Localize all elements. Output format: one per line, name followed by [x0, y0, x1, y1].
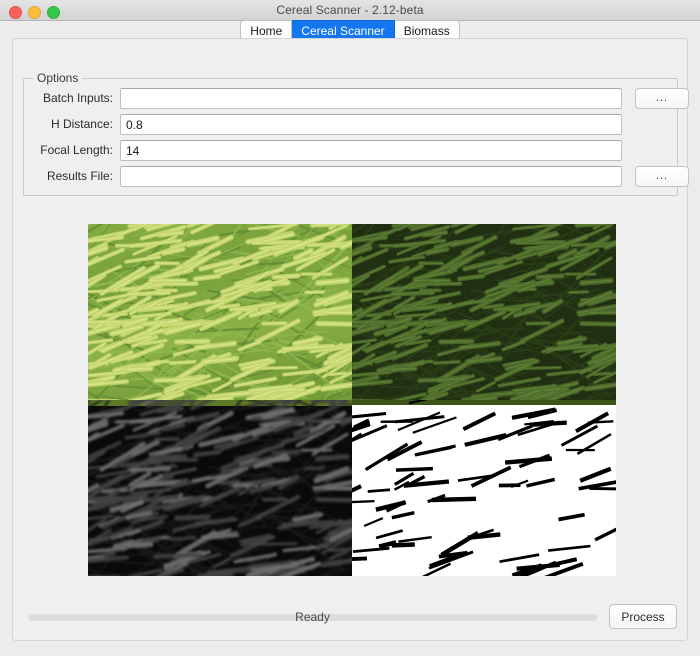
results-file-input[interactable] — [120, 166, 622, 187]
grayscale-ridge-image — [88, 400, 352, 576]
process-button[interactable]: Process — [609, 604, 677, 629]
status-bar: Ready Process — [23, 604, 678, 632]
form-row-focal-length: Focal Length: — [24, 140, 689, 161]
batch-inputs-input[interactable] — [120, 88, 622, 109]
original-rgb-image — [88, 224, 352, 400]
window-title: Cereal Scanner - 2.12-beta — [0, 0, 700, 21]
form-row-results-file: Results File: ... — [24, 166, 689, 187]
options-group-title: Options — [33, 71, 82, 85]
batch-inputs-browse-button[interactable]: ... — [635, 88, 689, 109]
tab-cereal-scanner[interactable]: Cereal Scanner — [292, 20, 394, 40]
contrast-enhanced-image — [352, 224, 616, 400]
results-file-browse-button[interactable]: ... — [635, 166, 689, 187]
form-row-batch-inputs: Batch Inputs: ... — [24, 88, 689, 109]
status-label: Ready — [28, 609, 597, 626]
binary-segmentation-mask — [352, 400, 616, 576]
focal-length-label: Focal Length: — [24, 140, 113, 161]
h-distance-input[interactable] — [120, 114, 622, 135]
tab-biomass[interactable]: Biomass — [395, 20, 460, 40]
options-group: Options Batch Inputs: ... H Distance: Fo… — [23, 78, 678, 196]
focal-length-input[interactable] — [120, 140, 622, 161]
title-bar: Cereal Scanner - 2.12-beta — [0, 0, 700, 21]
batch-inputs-label: Batch Inputs: — [24, 88, 113, 109]
app-window: Cereal Scanner - 2.12-beta Home Cereal S… — [0, 0, 700, 656]
h-distance-label: H Distance: — [24, 114, 113, 135]
results-file-label: Results File: — [24, 166, 113, 187]
content-panel: Options Batch Inputs: ... H Distance: Fo… — [12, 38, 688, 641]
image-preview-panel — [88, 224, 616, 576]
tab-home[interactable]: Home — [240, 20, 292, 40]
main-tab-bar: Home Cereal Scanner Biomass — [0, 20, 700, 40]
form-row-h-distance: H Distance: — [24, 114, 689, 135]
